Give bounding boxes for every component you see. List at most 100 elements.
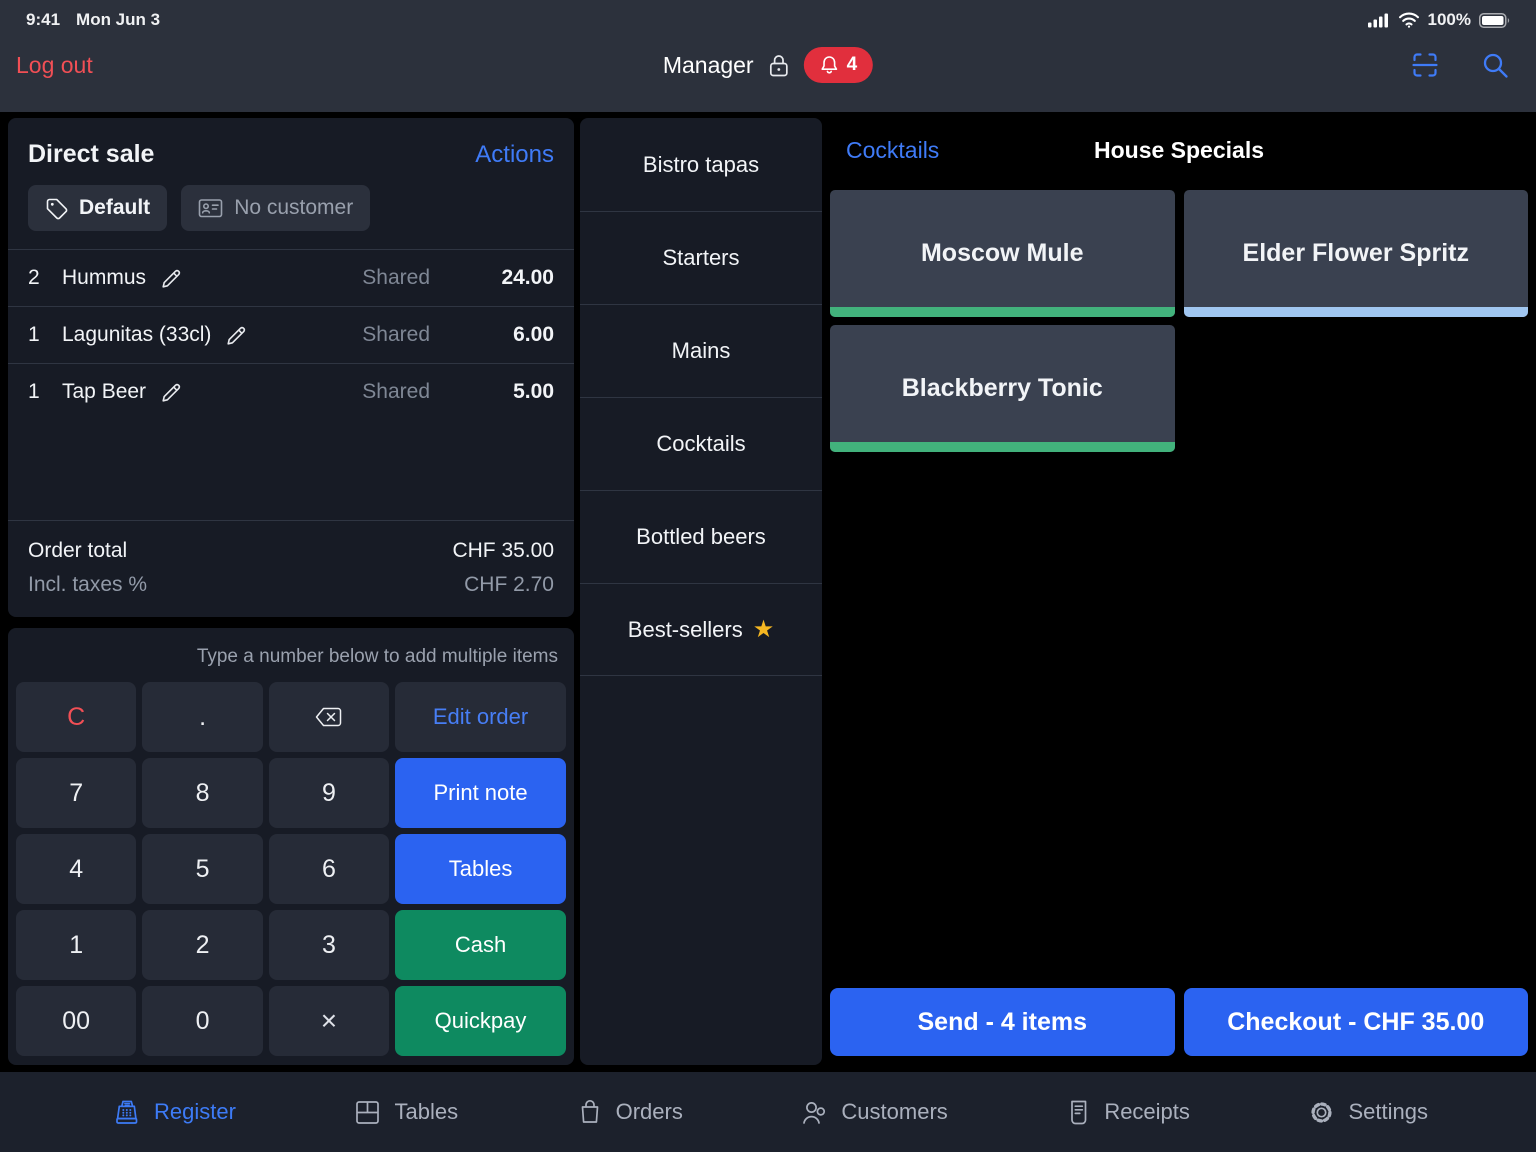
product-tile-blackberry-tonic[interactable]: Blackberry Tonic — [830, 325, 1175, 452]
order-item-row[interactable]: 2 Hummus Shared 24.00 — [8, 249, 574, 306]
bell-icon — [820, 55, 839, 75]
tab-cocktails[interactable]: Cocktails — [846, 137, 939, 164]
nav-label: Customers — [841, 1099, 948, 1124]
quickpay-button[interactable]: Quickpay — [395, 986, 566, 1056]
register-icon — [112, 1099, 141, 1126]
key-5[interactable]: 5 — [142, 834, 263, 904]
edit-pencil-icon[interactable] — [160, 267, 183, 290]
lock-icon[interactable] — [768, 53, 790, 78]
key-clear[interactable]: C — [16, 682, 137, 752]
scan-icon[interactable] — [1410, 50, 1440, 80]
order-panel: Direct sale Actions Default No customer … — [8, 118, 574, 617]
tables-button[interactable]: Tables — [395, 834, 566, 904]
products-area: House Specials Cocktails Moscow Mule Eld… — [830, 118, 1528, 1065]
user-label: Manager — [662, 51, 754, 78]
item-name: Tap Beer — [62, 380, 147, 403]
nav-tables[interactable]: Tables — [354, 1099, 458, 1126]
keypad-hint: Type a number below to add multiple item… — [196, 646, 558, 667]
order-item-row[interactable]: 1 Lagunitas (33cl) Shared 6.00 — [8, 306, 574, 363]
item-price: 5.00 — [513, 380, 554, 403]
orders-bag-icon — [577, 1098, 603, 1126]
date: Mon Jun 3 — [76, 10, 161, 29]
key-multiply[interactable]: × — [268, 986, 390, 1056]
category-cocktails[interactable]: Cocktails — [580, 397, 822, 490]
category-bottled-beers[interactable]: Bottled beers — [580, 490, 822, 583]
search-icon[interactable] — [1480, 50, 1510, 80]
product-tile-elder-flower-spritz[interactable]: Elder Flower Spritz — [1183, 190, 1528, 317]
item-name: Lagunitas (33cl) — [62, 323, 212, 346]
cash-button[interactable]: Cash — [395, 910, 566, 980]
item-shared-tag: Shared — [362, 380, 430, 403]
send-button[interactable]: Send - 4 items — [830, 988, 1175, 1056]
notification-badge[interactable]: 4 — [803, 47, 874, 83]
order-title: Direct sale — [28, 140, 155, 168]
tile-accent-bar — [830, 307, 1175, 317]
key-8[interactable]: 8 — [142, 758, 263, 828]
nav-receipts[interactable]: Receipts — [1066, 1099, 1190, 1126]
key-2[interactable]: 2 — [142, 910, 263, 980]
nav-customers[interactable]: Customers — [801, 1099, 948, 1126]
header: 9:41 Mon Jun 3 100% Log out Manager 4 — [0, 0, 1536, 112]
key-9[interactable]: 9 — [268, 758, 390, 828]
actions-button[interactable]: Actions — [475, 141, 554, 169]
category-starters[interactable]: Starters — [580, 211, 822, 304]
item-name: Hummus — [62, 266, 147, 289]
backspace-icon — [314, 706, 343, 728]
category-label: Best-sellers — [627, 616, 743, 642]
item-quantity: 1 — [28, 380, 40, 403]
edit-order-button[interactable]: Edit order — [395, 682, 566, 752]
status-bar: 9:41 Mon Jun 3 100% — [0, 0, 1536, 30]
key-4[interactable]: 4 — [16, 834, 137, 904]
id-card-icon — [198, 197, 223, 219]
star-icon: ★ — [752, 616, 775, 643]
item-price: 24.00 — [501, 266, 554, 289]
product-name: Moscow Mule — [920, 239, 1084, 267]
category-bistro-tapas[interactable]: Bistro tapas — [580, 118, 822, 211]
customers-icon — [801, 1099, 828, 1126]
taxes-value: CHF 2.70 — [464, 573, 554, 596]
key-7[interactable]: 7 — [16, 758, 137, 828]
checkout-button[interactable]: Checkout - CHF 35.00 — [1183, 988, 1528, 1056]
category-label: Starters — [662, 245, 740, 270]
bottom-nav: Register Tables Orders Customers Receipt… — [0, 1072, 1536, 1152]
tag-icon — [45, 197, 68, 220]
no-customer-chip[interactable]: No customer — [181, 185, 371, 231]
category-best-sellers[interactable]: Best-sellers ★ — [580, 583, 822, 676]
item-price: 6.00 — [513, 323, 554, 346]
product-name: Blackberry Tonic — [901, 374, 1103, 402]
nav-label: Receipts — [1104, 1099, 1190, 1124]
nav-label: Orders — [615, 1099, 683, 1124]
item-quantity: 1 — [28, 323, 40, 346]
product-tile-moscow-mule[interactable]: Moscow Mule — [830, 190, 1175, 317]
key-00[interactable]: 00 — [16, 986, 137, 1056]
order-item-row[interactable]: 1 Tap Beer Shared 5.00 — [8, 363, 574, 420]
nav-label: Tables — [394, 1099, 459, 1124]
print-note-button[interactable]: Print note — [395, 758, 566, 828]
nav-orders[interactable]: Orders — [577, 1098, 683, 1126]
clock: 9:41 — [26, 10, 61, 29]
category-mains[interactable]: Mains — [580, 304, 822, 397]
cellular-signal-icon — [1367, 13, 1390, 28]
nav-label: Settings — [1348, 1099, 1428, 1124]
category-label: Cocktails — [656, 431, 746, 456]
tables-icon — [354, 1099, 381, 1126]
key-dot[interactable]: . — [142, 682, 263, 752]
key-3[interactable]: 3 — [268, 910, 390, 980]
battery-percentage: 100% — [1427, 10, 1471, 29]
settings-gear-icon — [1308, 1099, 1335, 1126]
key-1[interactable]: 1 — [16, 910, 137, 980]
default-tag-chip[interactable]: Default — [28, 185, 168, 231]
key-backspace[interactable] — [268, 682, 390, 752]
category-label: Bottled beers — [636, 524, 766, 549]
logout-button[interactable]: Log out — [16, 52, 93, 79]
key-6[interactable]: 6 — [268, 834, 390, 904]
nav-label: Register — [154, 1099, 236, 1124]
order-total-value: CHF 35.00 — [452, 539, 554, 562]
nav-register[interactable]: Register — [112, 1099, 236, 1126]
edit-pencil-icon[interactable] — [225, 324, 248, 347]
edit-pencil-icon[interactable] — [160, 381, 183, 404]
order-total-label: Order total — [28, 539, 128, 562]
no-customer-label: No customer — [234, 196, 354, 219]
nav-settings[interactable]: Settings — [1308, 1099, 1428, 1126]
key-0[interactable]: 0 — [142, 986, 263, 1056]
